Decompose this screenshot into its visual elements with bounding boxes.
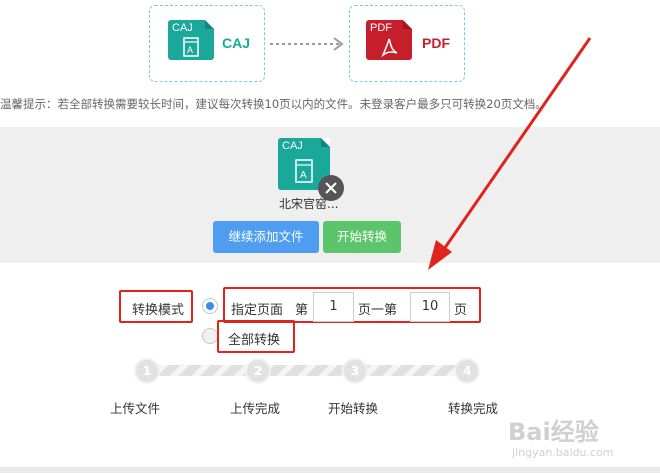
step-1-label: 上传文件 [110,401,161,416]
to-page-input[interactable]: 10 [410,292,450,322]
add-file-button[interactable]: 继续添加文件 [213,221,319,253]
radio-all-unselected[interactable] [202,328,218,344]
step-3-label: 开始转换 [328,401,379,416]
start-convert-button[interactable]: 开始转换 [323,221,401,253]
source-format-box: CAJ A CAJ [149,5,265,82]
step-2-label: 上传完成 [230,401,281,416]
step-1-icon: 1 [134,358,160,384]
range-separator: 页一第 [358,303,398,318]
progress-track [147,365,467,376]
watermark-url: jingyan.baidu.com [512,446,614,459]
step-4-icon: 4 [454,358,480,384]
svg-text:A: A [300,170,307,181]
from-prefix: 第 [295,303,309,318]
caj-file-icon: CAJ A [168,20,214,60]
option-range-label: 指定页面 [231,303,284,318]
step-4-label: 转换完成 [448,401,499,416]
step-3-icon: 3 [342,358,368,384]
option-all-label[interactable]: 全部转换 [228,329,280,348]
from-page-input[interactable]: 1 [313,292,354,322]
mode-label: 转换模式 [132,303,185,318]
watermark-logo: Bai经验 [508,418,599,446]
svg-text:A: A [187,45,193,55]
uploaded-file-name: 北宋官窑... [279,197,339,211]
source-format-label: CAJ [222,35,251,51]
arrow-right-icon [270,37,344,51]
to-suffix: 页 [454,303,468,318]
bottom-divider [0,467,660,473]
step-2-icon: 2 [245,358,271,384]
annotation-arrow-icon [428,37,592,270]
radio-range-selected[interactable] [202,298,218,314]
